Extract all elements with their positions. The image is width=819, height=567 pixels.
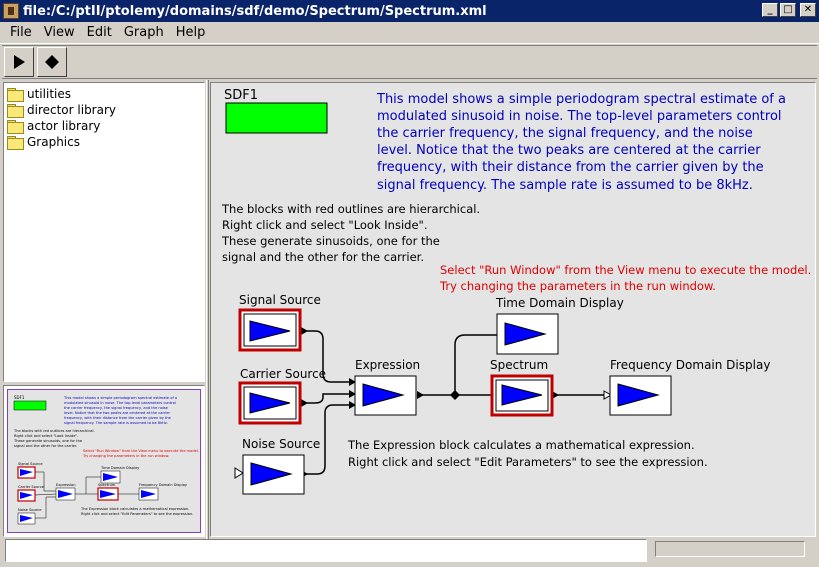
overview-thumbnail-image: SDF1 This model shows a simple periodogr…: [13, 395, 199, 525]
thumb-desc-line: level. Notice that the two peaks are cen…: [64, 411, 171, 415]
carrier-connection[interactable]: [301, 393, 349, 404]
relation-diamond[interactable]: [450, 390, 460, 400]
library-item-utilities[interactable]: utilities: [4, 86, 204, 102]
director-label: SDF1: [224, 88, 258, 103]
thumb-actor-label: Spectrum: [98, 483, 116, 487]
library-item-label: director library: [27, 103, 117, 117]
thumb-hier-line: signal and the other for the carrier.: [14, 444, 77, 448]
overview-panel[interactable]: SDF1 This model shows a simple periodogr…: [3, 385, 205, 537]
run-button[interactable]: [4, 47, 34, 77]
thumb-director-label: SDF1: [14, 395, 25, 400]
overview-thumbnail[interactable]: SDF1 This model shows a simple periodogr…: [7, 389, 201, 533]
thumb-actor-label: Expression: [56, 483, 76, 487]
thumb-actor-label: Frequency Domain Display: [139, 483, 188, 487]
window-controls: _ □ ✕: [762, 3, 816, 17]
spectrum-actor[interactable]: [490, 374, 554, 417]
noise-source-actor[interactable]: [242, 454, 305, 495]
thumb-run-line: Try changing the parameters in the run w…: [82, 454, 169, 458]
folder-icon: [7, 120, 24, 134]
thumb-hier-line: Right click and select "Look Inside".: [14, 434, 78, 438]
menu-graph[interactable]: Graph: [118, 25, 170, 40]
expression-note-line: Right click and select "Edit Parameters"…: [348, 455, 708, 469]
hierarchy-note-line: The blocks with red outlines are hierarc…: [221, 202, 480, 216]
freq-display-actor[interactable]: [609, 375, 672, 416]
title-bar: file:/C:/ptII/ptolemy/domains/sdf/demo/S…: [0, 0, 819, 22]
menu-help[interactable]: Help: [170, 25, 212, 40]
time-display-actor[interactable]: [496, 313, 559, 355]
signal-source-actor[interactable]: [238, 308, 302, 352]
thumb-hier-line: These generate sinusoids, one for the: [13, 439, 83, 443]
carrier-source-label: Carrier Source: [240, 367, 326, 381]
thumb-desc-line: frequency, with their distance from the …: [64, 416, 172, 420]
minimize-button[interactable]: _: [762, 3, 778, 17]
panel-splitter[interactable]: [206, 80, 209, 539]
thumb-desc-line: This model shows a simple periodogram sp…: [63, 396, 177, 400]
folder-icon: [7, 88, 24, 102]
menu-view[interactable]: View: [38, 25, 81, 40]
thumb-expr-line: Right click and select "Edit Parameters"…: [81, 512, 193, 516]
library-tree: utilities director library actor library…: [3, 82, 205, 382]
sdf-director[interactable]: [225, 102, 328, 134]
description-line: level. Notice that the two peaks are cen…: [377, 143, 761, 158]
freq-display-label: Frequency Domain Display: [610, 358, 770, 372]
stop-icon: [45, 55, 59, 69]
thumb-actor-label: Carrier Source: [18, 485, 45, 489]
library-item-graphics[interactable]: Graphics: [4, 134, 204, 150]
expression-label: Expression: [355, 358, 420, 372]
signal-source-label: Signal Source: [239, 293, 321, 307]
thumb-actor-label: Signal Source: [18, 462, 43, 466]
library-item-label: Graphics: [27, 135, 80, 149]
stop-button[interactable]: [37, 47, 67, 77]
description-line: frequency, with their distance from the …: [377, 160, 764, 175]
hierarchy-note-line: These generate sinusoids, one for the: [221, 234, 440, 248]
graph-canvas[interactable]: SDF1 This model shows a simple periodogr…: [210, 82, 816, 537]
thumb-actor-label: Noise Source: [18, 508, 42, 512]
library-item-label: utilities: [27, 87, 71, 101]
thumb-expr-line: The Expression block calculates a mathem…: [80, 507, 189, 511]
status-message-field: [5, 539, 647, 562]
close-button[interactable]: ✕: [800, 3, 816, 17]
library-item-actor-library[interactable]: actor library: [4, 118, 204, 134]
toolbar: [2, 45, 817, 79]
expression-actor[interactable]: [354, 375, 417, 416]
menu-bar: File View Edit Graph Help: [0, 22, 819, 44]
description-line: modulated sinusoid in noise. The top-lev…: [377, 109, 782, 124]
expression-note-line: The Expression block calculates a mathem…: [347, 438, 695, 452]
thumb-desc-line: modulated sinusoid in noise. The top-lev…: [64, 401, 176, 405]
spectrum-label: Spectrum: [490, 358, 548, 372]
library-item-label: actor library: [27, 119, 101, 133]
menu-edit[interactable]: Edit: [81, 25, 118, 40]
thumb-actor-label: Time Domain Display: [100, 466, 140, 470]
description-line: the carrier frequency, the signal freque…: [377, 126, 753, 141]
thumb-run-line: Select "Run Window" from the View menu t…: [83, 449, 199, 453]
description-line: signal frequency. The sample rate is ass…: [377, 178, 753, 193]
thumb-desc-line: signal frequency. The sample rate is ass…: [64, 421, 168, 425]
thumb-desc-line: the carrier frequency, the signal freque…: [64, 406, 169, 410]
carrier-source-actor[interactable]: [238, 381, 302, 425]
noise-source-label: Noise Source: [242, 437, 320, 451]
library-item-director-library[interactable]: director library: [4, 102, 204, 118]
run-note-line: Select "Run Window" from the View menu t…: [440, 263, 811, 277]
folder-icon: [7, 104, 24, 118]
progress-bar: [655, 541, 805, 557]
menu-file[interactable]: File: [4, 25, 38, 40]
hierarchy-note-line: signal and the other for the carrier.: [222, 250, 424, 264]
time-display-label: Time Domain Display: [495, 296, 624, 310]
maximize-button[interactable]: □: [780, 3, 796, 17]
graph-canvas-drawing: SDF1 This model shows a simple periodogr…: [221, 88, 811, 495]
thumb-hier-line: The blocks with red outlines are hierarc…: [13, 429, 95, 433]
run-note-line: Try changing the parameters in the run w…: [439, 279, 716, 293]
play-icon: [14, 55, 25, 69]
hierarchy-note-line: Right click and select "Look Inside".: [222, 218, 427, 232]
app-icon: [3, 3, 19, 19]
description-line: This model shows a simple periodogram sp…: [376, 92, 786, 107]
folder-icon: [7, 136, 24, 150]
window-title: file:/C:/ptII/ptolemy/domains/sdf/demo/S…: [23, 3, 487, 19]
